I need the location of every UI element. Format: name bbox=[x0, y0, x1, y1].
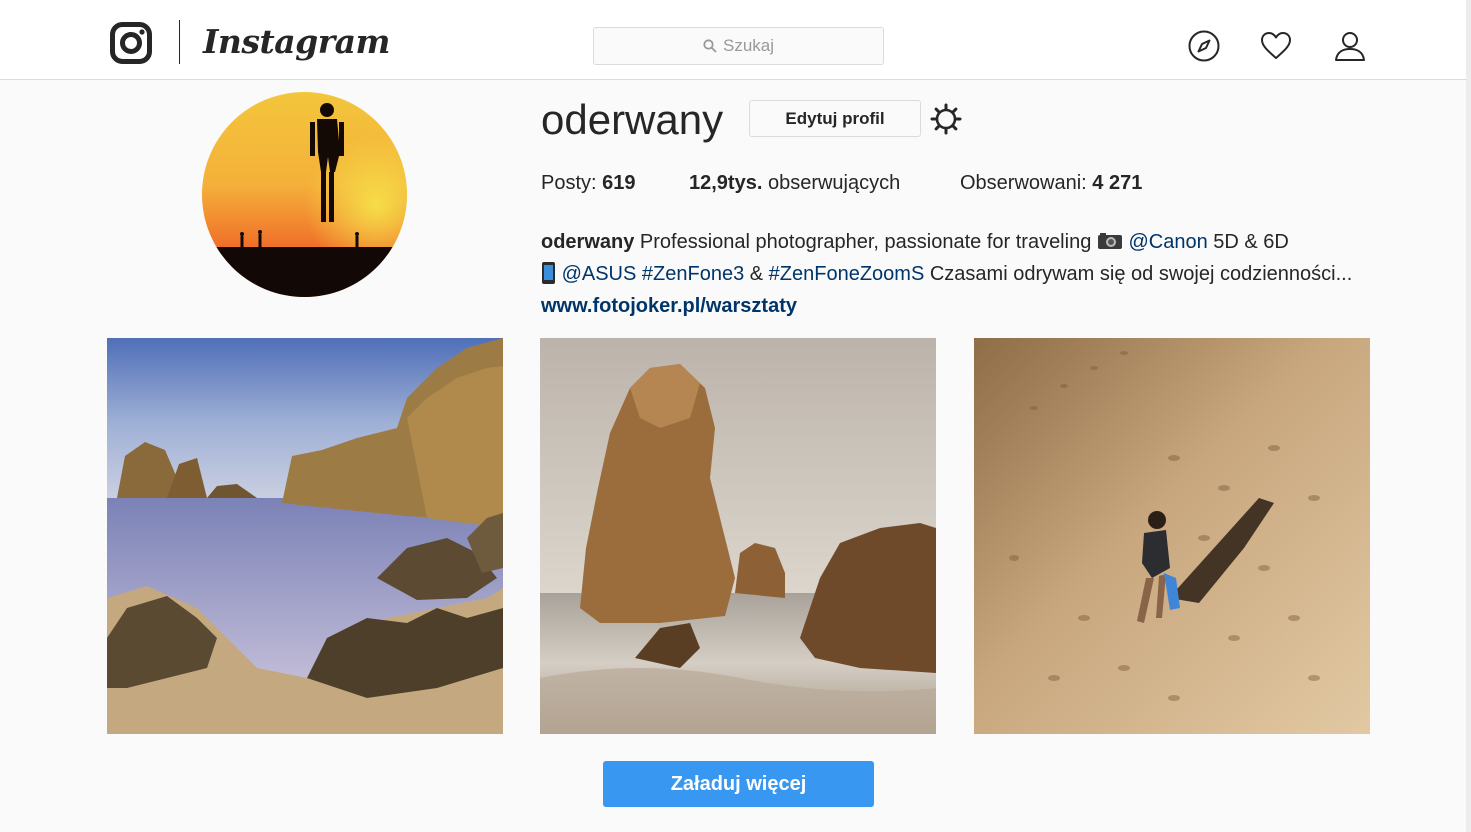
scrollbar[interactable] bbox=[1466, 0, 1471, 832]
phone-emoji-icon bbox=[542, 262, 555, 284]
search-placeholder: Szukaj bbox=[722, 36, 775, 55]
bio-text: Professional photographer, passionate fo… bbox=[639, 231, 1092, 253]
followers-count[interactable]: 12,9tys. obserwujących bbox=[689, 172, 960, 195]
post-image-sea-stack bbox=[540, 338, 936, 734]
profile-username: oderwany bbox=[541, 96, 724, 143]
posts-count: Posty: 619 bbox=[541, 172, 689, 195]
profile-stats: Posty: 619 12,9tys. obserwujących Obserw… bbox=[541, 172, 1142, 195]
post-image-beach-walk bbox=[974, 338, 1370, 734]
explore-button[interactable] bbox=[1186, 28, 1222, 64]
hashtag-zenfone3[interactable]: #ZenFone3 bbox=[642, 263, 744, 285]
posts-label: Posty: bbox=[541, 172, 597, 194]
bio-website-link[interactable]: www.fotojoker.pl/warsztaty bbox=[541, 295, 797, 317]
logo-divider bbox=[179, 20, 180, 64]
compass-icon bbox=[1188, 30, 1220, 62]
top-nav: Instagram Szukaj bbox=[0, 0, 1471, 80]
following-label: Obserwowani: bbox=[960, 172, 1087, 194]
post-thumbnail[interactable] bbox=[974, 338, 1370, 734]
gear-icon[interactable] bbox=[929, 102, 963, 136]
bio-name: oderwany bbox=[541, 231, 635, 253]
profile-button[interactable] bbox=[1332, 28, 1368, 64]
camera-emoji-icon bbox=[1097, 233, 1122, 249]
bio-text: & bbox=[749, 263, 764, 285]
avatar-image bbox=[202, 92, 407, 297]
profile-bio: oderwany Professional photographer, pass… bbox=[541, 226, 1371, 322]
search-icon bbox=[703, 39, 717, 53]
heart-icon bbox=[1261, 32, 1291, 59]
mention-canon[interactable]: @Canon bbox=[1128, 231, 1207, 253]
bio-text: 5D & 6D bbox=[1213, 231, 1289, 253]
edit-profile-button[interactable]: Edytuj profil bbox=[749, 100, 921, 137]
following-value: 4 271 bbox=[1092, 172, 1143, 194]
mention-asus[interactable]: @ASUS bbox=[562, 263, 637, 285]
following-count[interactable]: Obserwowani: 4 271 bbox=[960, 172, 1142, 195]
post-thumbnail[interactable] bbox=[107, 338, 503, 734]
post-thumbnail[interactable] bbox=[540, 338, 936, 734]
activity-button[interactable] bbox=[1258, 28, 1294, 64]
followers-label: obserwujących bbox=[767, 172, 901, 194]
hashtag-zenfonezooms[interactable]: #ZenFoneZoomS bbox=[769, 263, 925, 285]
post-image-coast bbox=[107, 338, 503, 734]
followers-value: 12,9tys. bbox=[689, 172, 763, 194]
bio-text: Czasami odrywam się od swojej codziennoś… bbox=[929, 263, 1353, 285]
posts-value: 619 bbox=[602, 172, 636, 194]
profile-avatar[interactable] bbox=[202, 92, 407, 297]
instagram-logo-icon[interactable] bbox=[110, 22, 152, 64]
load-more-button[interactable]: Załaduj więcej bbox=[603, 761, 874, 807]
instagram-wordmark[interactable]: Instagram bbox=[203, 22, 390, 61]
user-icon bbox=[1335, 32, 1365, 61]
search-input[interactable]: Szukaj bbox=[593, 27, 884, 65]
